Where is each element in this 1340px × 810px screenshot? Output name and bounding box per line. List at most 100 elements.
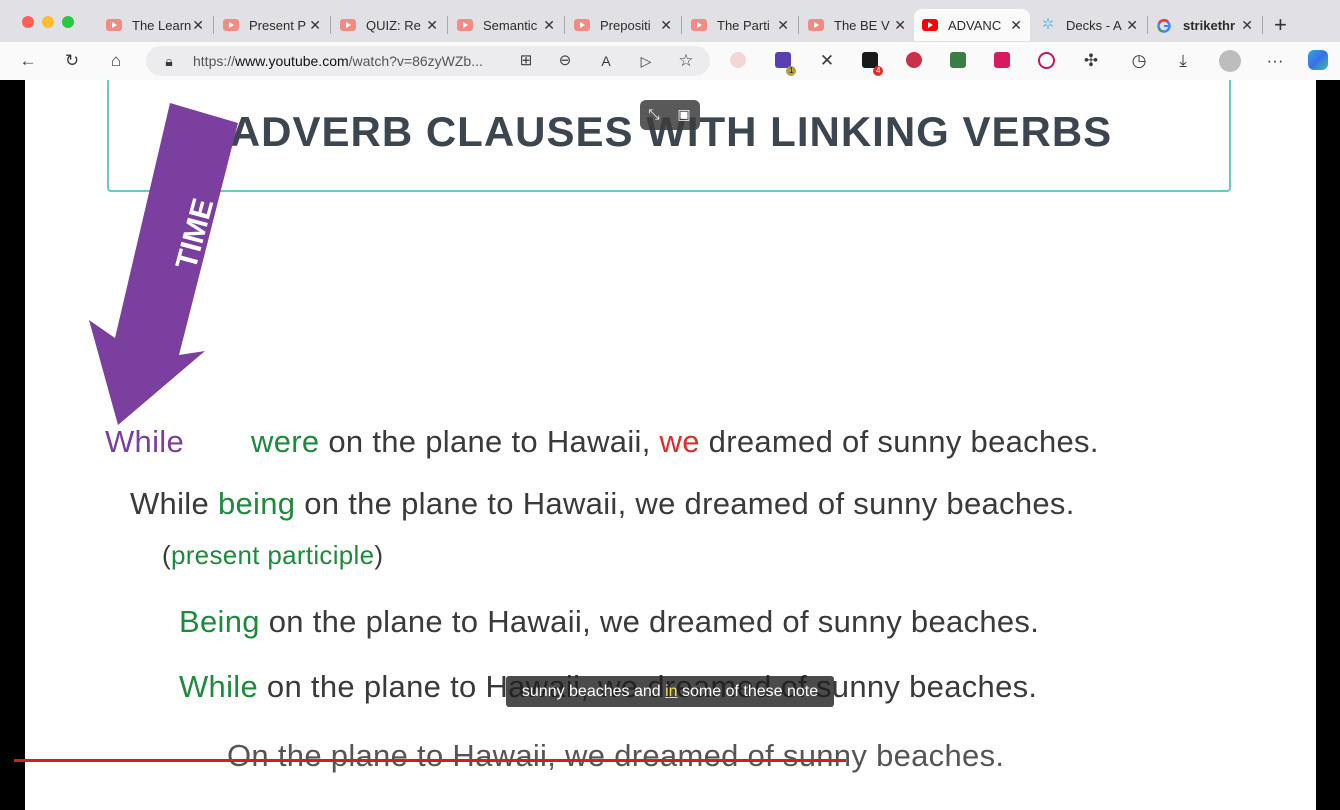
tab-title: Prepositi <box>600 17 651 33</box>
youtube-icon <box>457 19 473 31</box>
strikethrough-line <box>14 759 846 762</box>
tab-title: The Parti <box>717 17 770 33</box>
profile-avatar[interactable] <box>1219 50 1241 72</box>
sentence-2: While being on the plane to Hawaii, we d… <box>130 486 1075 522</box>
copilot-icon[interactable] <box>1308 50 1328 70</box>
home-icon[interactable]: ⌂ <box>105 50 127 72</box>
caption-overlay: sunny beaches and in some of these note <box>506 676 834 707</box>
picture-in-picture-icon[interactable]: ▣ <box>675 106 693 122</box>
new-tab-button[interactable]: + <box>1274 12 1287 38</box>
tab-separator <box>798 16 799 34</box>
caption-highlight: in <box>665 683 678 700</box>
url-prefix: https:// <box>193 53 236 69</box>
tab-8-active[interactable]: ADVANC ✕ <box>914 9 1030 41</box>
more-menu-icon[interactable]: ··· <box>1264 50 1286 72</box>
close-tab-icon[interactable]: ✕ <box>1126 17 1138 34</box>
tab-title: Present P <box>249 17 307 33</box>
tab-5[interactable]: Prepositi ✕ <box>566 9 680 41</box>
tab-title: Semantic <box>483 17 538 33</box>
favorite-star-icon[interactable]: ☆ <box>675 50 697 72</box>
youtube-icon <box>922 19 938 31</box>
word-while: While <box>179 669 259 704</box>
sentence-1: While were on the plane to Hawaii, we dre… <box>105 424 1099 460</box>
tab-9[interactable]: ✲ Decks - A ✕ <box>1032 9 1146 41</box>
zoom-icon[interactable]: ⊖ <box>554 50 576 72</box>
url-host: www.youtube.com <box>235 53 349 69</box>
youtube-icon <box>574 19 590 31</box>
tab-4[interactable]: Semantic ✕ <box>449 9 563 41</box>
downloads-icon[interactable]: ⤓ <box>1172 50 1194 72</box>
close-tab-icon[interactable]: ✕ <box>309 17 321 34</box>
close-tab-icon[interactable]: ✕ <box>1010 17 1022 34</box>
sentence-5: On the plane to Hawaii, we dreamed of su… <box>227 738 1005 773</box>
history-icon[interactable]: ◷ <box>1128 50 1150 72</box>
sentence-3: Being on the plane to Hawaii, we dreamed… <box>179 604 1039 640</box>
close-tab-icon[interactable]: ✕ <box>426 17 438 34</box>
close-tab-icon[interactable]: ✕ <box>777 17 789 34</box>
note-text: present participle <box>170 540 375 570</box>
browser-toolbar: ← ↻ ⌂ 🔒︎ https://www.youtube.com/watch?v… <box>0 42 1340 80</box>
tab-7[interactable]: The BE V ✕ <box>800 9 914 41</box>
search-extension-icon[interactable] <box>730 52 746 68</box>
tab-2[interactable]: Present P ✕ <box>215 9 329 41</box>
crossing-arrows-icon[interactable]: ✕ <box>816 50 838 72</box>
decks-icon: ✲ <box>1041 16 1055 33</box>
youtube-icon <box>223 19 239 31</box>
download-extension-icon[interactable] <box>950 52 966 68</box>
read-aloud-icon[interactable]: A <box>595 50 617 72</box>
close-tab-icon[interactable]: ✕ <box>894 17 906 34</box>
video-viewport[interactable]: ADVERB CLAUSES WITH LINKING VERBS TIME W… <box>0 80 1340 810</box>
tab-title: Decks - A <box>1066 17 1122 33</box>
reload-icon[interactable]: ↻ <box>61 50 83 72</box>
youtube-icon <box>106 19 122 31</box>
address-bar[interactable]: 🔒︎ https://www.youtube.com/watch?v=86zyW… <box>146 46 710 76</box>
video-letterbox-left <box>0 80 25 810</box>
maximize-window-button[interactable] <box>62 16 74 28</box>
player-controls: ⤡ ▣ <box>640 100 700 130</box>
word-being: being <box>217 486 296 521</box>
tab-title: The BE V <box>834 17 890 33</box>
m-extension-icon[interactable] <box>994 52 1010 68</box>
word-while: While <box>105 424 185 459</box>
tab-1[interactable]: The Learn ✕ <box>98 9 212 41</box>
url-text[interactable]: https://www.youtube.com/watch?v=86zyWZb.… <box>193 53 483 69</box>
url-path: /watch?v=86zyWZb... <box>348 53 483 69</box>
back-icon[interactable]: ← <box>17 50 39 72</box>
text: on the plane to Hawaii, we dreamed of su… <box>295 486 1075 521</box>
video-letterbox-right <box>1316 80 1340 810</box>
puzzle-extensions-icon[interactable]: ✣ <box>1080 50 1102 72</box>
tab-separator <box>564 16 565 34</box>
close-window-button[interactable] <box>22 16 34 28</box>
tab-separator <box>681 16 682 34</box>
youtube-icon <box>691 19 707 31</box>
play-extension-icon[interactable] <box>1038 52 1055 69</box>
text: dreamed of sunny beaches. <box>699 424 1099 459</box>
tab-separator <box>1262 16 1263 34</box>
exit-fullscreen-icon[interactable]: ⤡ <box>645 106 663 122</box>
close-tab-icon[interactable]: ✕ <box>543 17 555 34</box>
youtube-icon <box>808 19 824 31</box>
close-tab-icon[interactable]: ✕ <box>660 17 672 34</box>
tab-title: QUIZ: Re <box>366 17 421 33</box>
close-tab-icon[interactable]: ✕ <box>1241 17 1253 34</box>
close-tab-icon[interactable]: ✕ <box>192 17 204 34</box>
tab-separator <box>1147 16 1148 34</box>
extension-badge: 4 <box>873 66 884 76</box>
record-extension-icon[interactable] <box>906 52 922 68</box>
time-arrow: TIME <box>89 103 238 425</box>
tab-separator <box>330 16 331 34</box>
apps-icon[interactable]: ⊞ <box>515 50 537 72</box>
tab-10[interactable]: strikethr ✕ <box>1149 9 1261 41</box>
google-icon <box>1157 18 1173 33</box>
paren: ( <box>162 540 171 570</box>
minimize-window-button[interactable] <box>42 16 54 28</box>
tab-separator <box>213 16 214 34</box>
text: While <box>130 486 218 521</box>
text: on the plane to Hawaii, we dreamed of su… <box>259 604 1040 639</box>
video-enhance-icon[interactable]: ▷ <box>635 50 657 72</box>
tab-6[interactable]: The Parti ✕ <box>683 9 797 41</box>
tab-separator <box>447 16 448 34</box>
tab-3[interactable]: QUIZ: Re ✕ <box>332 9 446 41</box>
lock-icon[interactable]: 🔒︎ <box>158 50 180 72</box>
word-were: were <box>251 424 320 459</box>
